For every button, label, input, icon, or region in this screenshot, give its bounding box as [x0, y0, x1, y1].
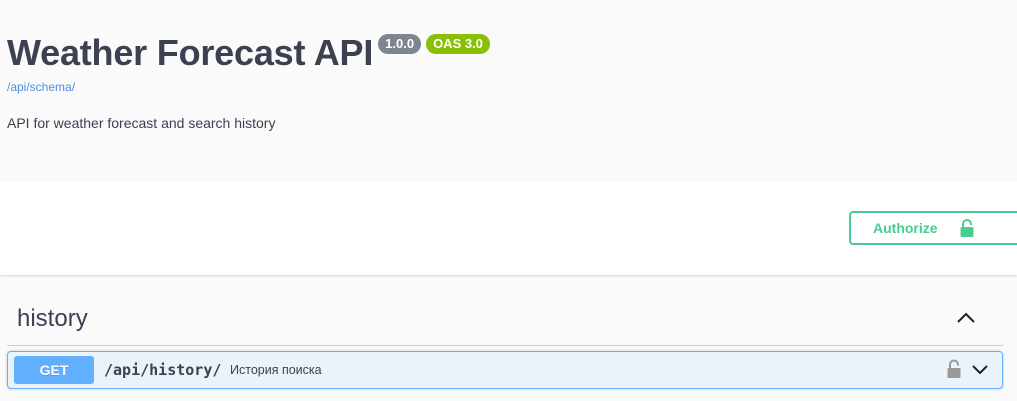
version-badge: 1.0.0 [378, 34, 422, 54]
operation-get-history[interactable]: GET /api/history/ История поиска [7, 351, 1003, 389]
method-badge: GET [14, 356, 94, 384]
api-description: API for weather forecast and search hist… [7, 115, 276, 131]
oas-badge: OAS 3.0 [426, 34, 490, 54]
authorize-label: Authorize [873, 220, 938, 236]
tag-name: history [17, 305, 88, 332]
unlocked-padlock-icon[interactable] [947, 359, 961, 384]
tag-section-history: history GET /api/history/ История поиска [7, 295, 1003, 389]
api-title: Weather Forecast API [7, 32, 374, 73]
operation-path: /api/history/ [104, 361, 222, 379]
authorize-button[interactable]: Authorize [849, 211, 1017, 245]
schema-link[interactable]: /api/schema/ [7, 80, 75, 94]
title-row: Weather Forecast API 1.0.0 OAS 3.0 [7, 30, 490, 76]
chevron-up-icon [955, 312, 977, 332]
collapse-tag-button[interactable] [955, 307, 977, 329]
scheme-container: Authorize [0, 181, 1017, 275]
info-section: Weather Forecast API 1.0.0 OAS 3.0 /api/… [0, 0, 1017, 181]
unlocked-padlock-icon [960, 219, 974, 237]
chevron-down-icon[interactable] [970, 360, 990, 385]
operation-summary: История поиска [230, 363, 322, 377]
tag-header[interactable]: history [7, 295, 1003, 346]
